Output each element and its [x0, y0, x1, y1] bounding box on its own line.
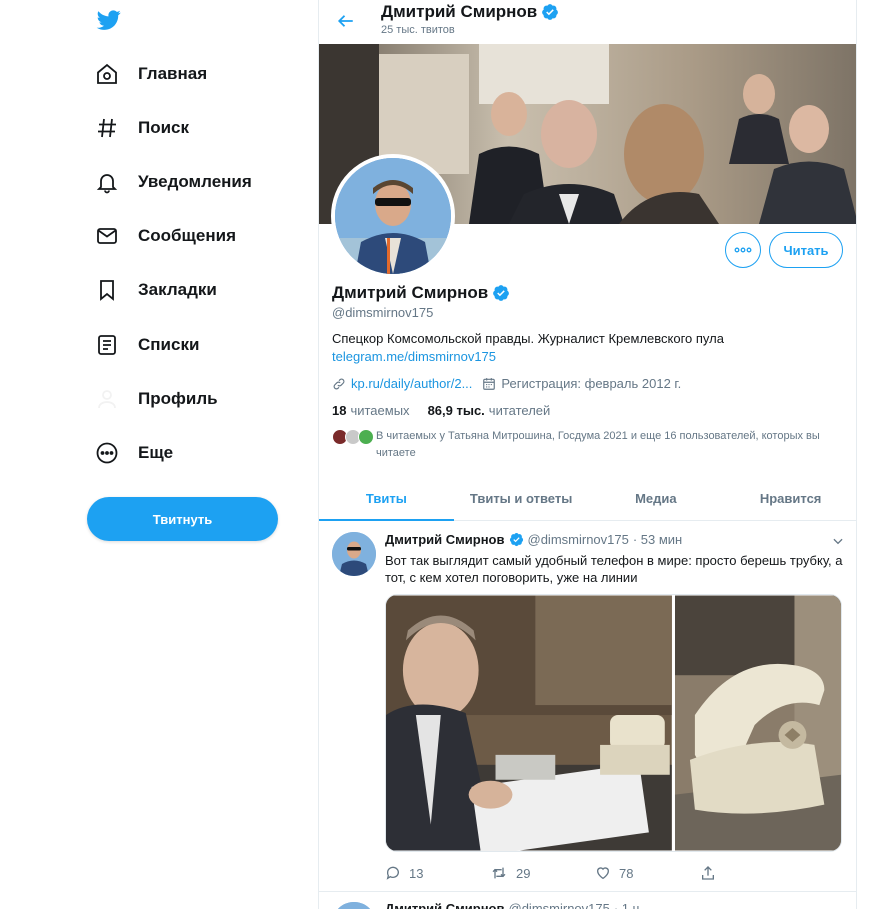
nav-label: Закладки: [138, 280, 217, 299]
twitter-logo-icon[interactable]: [96, 8, 122, 32]
followers-you-know[interactable]: В читаемых у Татьяна Митрошина, Госдума …: [332, 428, 847, 462]
nav-label: Главная: [138, 64, 208, 83]
profile-name-text: Дмитрий Смирнов: [332, 283, 489, 302]
bell-icon: [94, 169, 120, 195]
more-options-button[interactable]: [725, 232, 761, 268]
header-name: Дмитрий Смирнов: [381, 2, 559, 22]
tweet-actions: 13 29 78: [385, 865, 805, 881]
profile-header-bar: Дмитрий Смирнов 25 тыс. твитов: [319, 0, 856, 44]
following-label: читаемых: [350, 403, 410, 418]
tweet-time[interactable]: · 1 ч: [614, 901, 640, 909]
header-name-text: Дмитрий Смирнов: [381, 2, 538, 21]
profile-tabs: Твиты Твиты и ответы Медиа Нравится: [319, 477, 856, 521]
tweet-header: Дмитрий Смирнов @dimsmirnov175 · 53 мин: [385, 532, 682, 547]
following-count-link[interactable]: 18 читаемых: [332, 403, 410, 418]
nav-label: Профиль: [138, 389, 218, 408]
tweet-avatar[interactable]: [332, 902, 376, 909]
tweet-avatar[interactable]: [332, 532, 376, 576]
heart-icon: [596, 867, 610, 880]
nav-label: Сообщения: [138, 226, 236, 245]
list-icon: [94, 332, 120, 358]
verified-badge-icon: [493, 285, 510, 301]
followers-you-know-avatars: [332, 429, 374, 462]
like-button[interactable]: 78: [595, 865, 700, 881]
followers-label: читателей: [488, 403, 551, 418]
nav-bookmarks[interactable]: Закладки: [94, 273, 217, 307]
more-dots-icon: [734, 247, 752, 253]
nav-lists[interactable]: Списки: [94, 328, 199, 362]
profile-name: Дмитрий Смирнов: [332, 283, 510, 303]
home-icon: [94, 61, 120, 87]
link-icon: [333, 378, 345, 389]
verified-badge-icon: [509, 532, 523, 547]
person-icon: [94, 386, 120, 412]
retweet-icon: [492, 867, 506, 879]
tweet-header: Дмитрий Смирнов @dimsmirnov175 · 1 ч: [385, 901, 639, 909]
tweet-text: Вот так выглядит самый удобный телефон в…: [385, 553, 843, 585]
nav-home[interactable]: Главная: [94, 57, 207, 91]
retweet-button[interactable]: 29: [490, 865, 595, 881]
hashtag-icon: [94, 115, 120, 141]
tweet[interactable]: Дмитрий Смирнов @dimsmirnov175 · 1 ч: [319, 892, 856, 909]
nav-label: Уведомления: [138, 172, 252, 191]
profile-meta: kp.ru/daily/author/2... Регистрация: фев…: [332, 376, 681, 391]
share-icon: [702, 866, 714, 880]
profile-website-link[interactable]: kp.ru/daily/author/2...: [351, 376, 472, 391]
reply-count: 13: [409, 865, 424, 881]
tweet[interactable]: Дмитрий Смирнов @dimsmirnov175 · 53 мин …: [319, 522, 856, 892]
profile-joined-date: Регистрация: февраль 2012 г.: [501, 376, 682, 391]
tab-tweets-and-replies[interactable]: Твиты и ответы: [454, 477, 589, 520]
nav-label: Списки: [138, 335, 200, 354]
followers-you-know-text: В читаемых у Татьяна Митрошина, Госдума …: [376, 430, 820, 459]
follow-button[interactable]: Читать: [769, 232, 843, 268]
calendar-icon: [483, 377, 496, 390]
profile-avatar[interactable]: [331, 154, 455, 278]
followers-count: 86,9 тыс.: [427, 403, 485, 418]
profile-bio: Спецкор Комсомольской правды. Журналист …: [332, 331, 724, 346]
share-button[interactable]: [700, 865, 805, 881]
main-column: Дмитрий Смирнов 25 тыс. твитов Читать Дм…: [318, 0, 857, 909]
reply-icon: [386, 866, 399, 880]
compose-tweet-button[interactable]: Твитнуть: [87, 497, 278, 541]
avatar: [358, 429, 374, 445]
nav-search[interactable]: Поиск: [94, 111, 189, 145]
tweet-photo-left[interactable]: [386, 595, 672, 851]
tweet-time[interactable]: · 53 мин: [633, 532, 682, 547]
profile-handle: @dimsmirnov175: [332, 305, 434, 320]
tweet-media[interactable]: [385, 594, 842, 852]
nav-more[interactable]: Еще: [94, 436, 173, 470]
sidebar: Главная Поиск Уведомления Сообщения Закл…: [0, 0, 318, 909]
bookmark-icon: [94, 277, 120, 303]
following-count: 18: [332, 403, 347, 418]
verified-badge-icon: [542, 4, 559, 20]
nav-label: Поиск: [138, 118, 190, 137]
profile-stats: 18 читаемых 86,9 тыс. читателей: [332, 403, 550, 418]
profile-bio-link[interactable]: telegram.me/dimsmirnov175: [332, 349, 496, 364]
tab-tweets[interactable]: Твиты: [319, 477, 454, 521]
retweet-count: 29: [516, 865, 531, 881]
nav-messages[interactable]: Сообщения: [94, 219, 236, 253]
tweet-photo-right[interactable]: [674, 595, 841, 851]
nav-profile[interactable]: Профиль: [94, 382, 218, 416]
tweet-author-handle[interactable]: @dimsmirnov175: [509, 901, 610, 909]
tweet-author-name[interactable]: Дмитрий Смирнов: [385, 532, 505, 547]
like-count: 78: [619, 865, 634, 881]
tab-likes[interactable]: Нравится: [723, 477, 856, 520]
more-circle-icon: [94, 440, 120, 466]
tab-media[interactable]: Медиа: [589, 477, 724, 520]
tweet-author-name[interactable]: Дмитрий Смирнов: [385, 901, 505, 909]
back-arrow-icon[interactable]: [335, 10, 357, 32]
header-tweet-count: 25 тыс. твитов: [381, 24, 455, 36]
reply-button[interactable]: 13: [385, 865, 490, 881]
envelope-icon: [94, 223, 120, 249]
nav-notifications[interactable]: Уведомления: [94, 165, 252, 199]
followers-count-link[interactable]: 86,9 тыс. читателей: [428, 403, 551, 418]
chevron-down-icon[interactable]: [831, 534, 845, 548]
tweet-author-handle[interactable]: @dimsmirnov175: [528, 532, 629, 547]
nav-label: Еще: [138, 443, 174, 462]
